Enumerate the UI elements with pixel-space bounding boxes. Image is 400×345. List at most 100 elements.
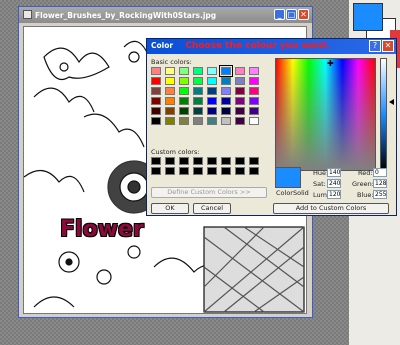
basic-color-swatch[interactable]	[151, 97, 161, 105]
basic-color-swatch[interactable]	[235, 87, 245, 95]
custom-color-swatch[interactable]	[207, 157, 217, 165]
add-to-custom-colors-button[interactable]: Add to Custom Colors	[273, 203, 389, 214]
custom-color-swatch[interactable]	[151, 167, 161, 175]
custom-color-swatch[interactable]	[165, 167, 175, 175]
basic-color-swatch[interactable]	[151, 77, 161, 85]
luminosity-slider[interactable]	[380, 58, 387, 171]
foreground-color-swatch[interactable]	[353, 3, 383, 31]
luminosity-arrow-icon[interactable]	[389, 99, 394, 105]
custom-color-swatch[interactable]	[207, 167, 217, 175]
basic-color-swatch[interactable]	[193, 87, 203, 95]
color-spectrum[interactable]	[275, 58, 376, 171]
basic-color-swatch[interactable]	[207, 97, 217, 105]
basic-color-swatch[interactable]	[179, 107, 189, 115]
custom-color-swatch[interactable]	[165, 157, 175, 165]
basic-color-swatch[interactable]	[179, 67, 189, 75]
basic-color-swatch[interactable]	[165, 77, 175, 85]
custom-color-swatch[interactable]	[221, 157, 231, 165]
basic-color-swatch[interactable]	[179, 77, 189, 85]
custom-color-swatch[interactable]	[249, 167, 259, 175]
dialog-instruction: Choose the colour you want.	[185, 41, 331, 51]
basic-color-swatch[interactable]	[249, 87, 259, 95]
basic-color-swatch[interactable]	[221, 97, 231, 105]
basic-color-swatch[interactable]	[193, 77, 203, 85]
dialog-close-button[interactable]: ✕	[382, 40, 394, 52]
custom-color-swatch[interactable]	[179, 157, 189, 165]
custom-color-swatch[interactable]	[179, 167, 189, 175]
basic-color-swatch[interactable]	[221, 87, 231, 95]
lum-field[interactable]: 120	[327, 190, 341, 199]
red-label: Red:	[358, 169, 373, 177]
custom-color-swatch[interactable]	[193, 167, 203, 175]
define-custom-colors-button[interactable]: Define Custom Colors >>	[151, 187, 267, 198]
image-file-icon	[23, 10, 32, 19]
basic-color-swatch[interactable]	[207, 117, 217, 125]
basic-color-swatch[interactable]	[151, 117, 161, 125]
custom-color-swatch[interactable]	[235, 167, 245, 175]
basic-color-swatch[interactable]	[193, 97, 203, 105]
sat-field[interactable]: 240	[327, 179, 341, 188]
basic-color-swatch[interactable]	[179, 87, 189, 95]
color-dialog-titlebar[interactable]: Color Choose the colour you want. ? ✕	[147, 39, 396, 54]
cancel-button[interactable]: Cancel	[193, 203, 231, 214]
color-dialog[interactable]: Color Choose the colour you want. ? ✕ Ba…	[146, 38, 397, 216]
basic-color-swatch[interactable]	[249, 77, 259, 85]
basic-color-swatch[interactable]	[179, 97, 189, 105]
image-window-title: Flower_Brushes_by_RockingWith0Stars.jpg	[35, 11, 217, 20]
basic-color-swatch[interactable]	[165, 97, 175, 105]
crosshair-icon: ✚	[327, 59, 334, 68]
basic-color-swatch[interactable]	[165, 107, 175, 115]
basic-color-swatch[interactable]	[193, 67, 203, 75]
minimize-button[interactable]: _	[274, 9, 285, 20]
basic-color-swatch[interactable]	[207, 87, 217, 95]
basic-color-swatch[interactable]	[151, 87, 161, 95]
basic-color-swatch[interactable]	[235, 97, 245, 105]
basic-color-swatch[interactable]	[165, 87, 175, 95]
sat-label: Sat:	[313, 180, 326, 188]
custom-color-swatch[interactable]	[249, 157, 259, 165]
custom-color-swatch[interactable]	[193, 157, 203, 165]
color-solid-label: ColorSolid	[276, 189, 309, 197]
blue-field[interactable]: 255	[373, 190, 387, 199]
green-label: Green:	[352, 180, 374, 188]
basic-color-swatch[interactable]	[221, 107, 231, 115]
basic-colors-label: Basic colors:	[151, 58, 192, 66]
custom-colors-label: Custom colors:	[151, 148, 200, 156]
basic-color-swatch[interactable]	[219, 65, 233, 77]
green-field[interactable]: 128	[373, 179, 387, 188]
basic-color-swatch[interactable]	[207, 107, 217, 115]
basic-color-swatch[interactable]	[151, 67, 161, 75]
basic-color-swatch[interactable]	[235, 117, 245, 125]
basic-color-swatch[interactable]	[193, 117, 203, 125]
basic-color-swatch[interactable]	[207, 67, 217, 75]
basic-colors-grid	[151, 65, 261, 125]
basic-color-swatch[interactable]	[249, 67, 259, 75]
custom-color-swatch[interactable]	[235, 157, 245, 165]
maximize-button[interactable]: □	[286, 9, 297, 20]
basic-color-swatch[interactable]	[193, 107, 203, 115]
basic-color-swatch[interactable]	[207, 77, 217, 85]
basic-color-swatch[interactable]	[235, 67, 245, 75]
close-button[interactable]: ✕	[298, 9, 309, 20]
color-solid-preview	[275, 167, 301, 188]
basic-color-swatch[interactable]	[235, 77, 245, 85]
basic-color-swatch[interactable]	[249, 97, 259, 105]
help-button[interactable]: ?	[369, 40, 381, 52]
basic-color-swatch[interactable]	[221, 77, 231, 85]
ok-button[interactable]: OK	[151, 203, 189, 214]
custom-color-swatch[interactable]	[221, 167, 231, 175]
hue-label: Hue:	[313, 169, 329, 177]
basic-color-swatch[interactable]	[221, 117, 231, 125]
red-field[interactable]: 0	[373, 168, 387, 177]
basic-color-swatch[interactable]	[151, 107, 161, 115]
image-window-titlebar[interactable]: Flower_Brushes_by_RockingWith0Stars.jpg …	[19, 7, 312, 23]
hue-field[interactable]: 140	[327, 168, 341, 177]
basic-color-swatch[interactable]	[249, 117, 259, 125]
custom-color-swatch[interactable]	[151, 157, 161, 165]
basic-color-swatch[interactable]	[249, 107, 259, 115]
basic-color-swatch[interactable]	[235, 107, 245, 115]
basic-color-swatch[interactable]	[165, 67, 175, 75]
basic-color-swatch[interactable]	[165, 117, 175, 125]
basic-color-swatch[interactable]	[179, 117, 189, 125]
blue-label: Blue:	[357, 191, 374, 199]
